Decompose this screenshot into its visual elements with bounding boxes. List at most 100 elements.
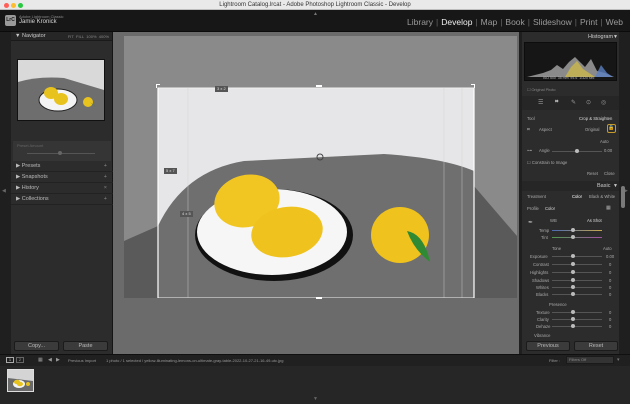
history-section[interactable]: ▶ History × (11, 183, 113, 194)
zoom-400[interactable]: 400% (99, 34, 109, 39)
profile-dropdown[interactable]: Color (545, 206, 555, 211)
healing-brush-icon[interactable]: ✎ (571, 99, 576, 106)
aspect-lock-icon[interactable]: 🔒 (607, 124, 616, 133)
exposure-value[interactable]: 0.00 (606, 254, 614, 259)
dehaze-value[interactable]: 0 (609, 324, 611, 329)
wb-dropdown[interactable]: As Shot (587, 218, 602, 223)
texture-slider[interactable] (552, 312, 602, 313)
filter-lock-icon[interactable]: ▾ (617, 357, 620, 363)
module-develop[interactable]: Develop (441, 17, 472, 27)
whites-slider[interactable] (552, 287, 602, 288)
temp-slider[interactable] (552, 230, 602, 231)
collapse-left-panel-icon[interactable]: ◀ (2, 188, 6, 194)
clarity-value[interactable]: 0 (609, 317, 611, 322)
highlights-slider[interactable] (552, 272, 602, 273)
treatment-bw-button[interactable]: Black & White (589, 194, 615, 199)
crop-handle-top-left[interactable] (156, 84, 160, 88)
tone-auto-button[interactable]: Auto (603, 246, 612, 251)
filter-dropdown[interactable]: Filters Off (566, 356, 614, 364)
straighten-tool-icon[interactable]: ⊶ (527, 148, 532, 154)
treatment-color-button[interactable]: Color (572, 194, 582, 199)
page-2-button[interactable]: 2 (16, 357, 24, 363)
navigator-preview[interactable] (17, 59, 105, 121)
dehaze-slider[interactable] (552, 326, 602, 327)
exposure-slider-knob[interactable] (571, 254, 575, 258)
edit-icon[interactable]: ☰ (538, 99, 543, 106)
module-library[interactable]: Library (407, 17, 433, 27)
angle-slider-knob[interactable] (575, 149, 579, 153)
previous-button[interactable]: Previous (526, 341, 570, 351)
clear-history-icon[interactable]: × (104, 183, 107, 194)
histogram-title[interactable]: Histogram (588, 34, 613, 40)
contrast-slider[interactable] (552, 264, 602, 265)
highlights-slider-knob[interactable] (571, 270, 575, 274)
contrast-slider-knob[interactable] (571, 262, 575, 266)
shadows-slider-knob[interactable] (571, 278, 575, 282)
texture-value[interactable]: 0 (609, 310, 611, 315)
module-map[interactable]: Map (481, 17, 498, 27)
add-snapshot-icon[interactable]: + (104, 172, 107, 183)
collections-section[interactable]: ▶ Collections + (11, 194, 113, 205)
clarity-slider-knob[interactable] (571, 317, 575, 321)
filmstrip-source[interactable]: Previous Import (68, 358, 96, 363)
crop-photo[interactable] (124, 36, 517, 298)
exposure-slider[interactable] (552, 256, 602, 257)
histogram-collapse-icon[interactable]: ▼ (613, 34, 618, 40)
texture-slider-knob[interactable] (571, 310, 575, 314)
angle-value[interactable]: 0.00 (604, 148, 612, 153)
add-collection-icon[interactable]: + (104, 194, 107, 205)
zoom-fill[interactable]: FILL (76, 34, 84, 39)
crop-tool-icon[interactable]: ⌗ (555, 99, 558, 106)
highlights-value[interactable]: 0 (609, 270, 611, 275)
crop-frame-icon[interactable]: ⌗ (527, 127, 530, 133)
page-1-button[interactable]: 1 (6, 357, 14, 363)
aspect-dropdown[interactable]: Original (585, 127, 599, 132)
right-panel-scrollbar[interactable] (621, 186, 625, 208)
blacks-value[interactable]: 0 (609, 292, 611, 297)
crop-close-button[interactable]: Close (604, 171, 615, 176)
blacks-slider-knob[interactable] (571, 292, 575, 296)
module-book[interactable]: Book (505, 17, 524, 27)
copy-button[interactable]: Copy... (14, 341, 59, 351)
shadows-slider[interactable] (552, 280, 602, 281)
forward-icon[interactable]: ▶ (56, 357, 60, 363)
zoom-100[interactable]: 100% (86, 34, 96, 39)
original-photo-checkbox[interactable]: ☐ Original Photo (527, 87, 556, 92)
grid-view-icon[interactable]: ▦ (38, 357, 43, 363)
whites-slider-knob[interactable] (571, 285, 575, 289)
reset-button[interactable]: Reset (574, 341, 618, 351)
basic-collapse-icon[interactable]: ▼ (613, 183, 618, 189)
collapse-filmstrip-icon[interactable]: ▼ (313, 396, 318, 402)
straighten-auto-button[interactable]: Auto (600, 139, 609, 144)
preset-amount-knob[interactable] (58, 151, 62, 155)
clarity-slider[interactable] (552, 319, 602, 320)
back-icon[interactable]: ◀ (48, 357, 52, 363)
add-preset-icon[interactable]: + (104, 161, 107, 172)
collapse-top-panel-icon[interactable]: ▲ (313, 11, 318, 17)
contrast-value[interactable]: 0 (609, 262, 611, 267)
white-balance-dropper-icon[interactable]: ✒ (528, 219, 533, 226)
zoom-fit[interactable]: FIT (68, 34, 74, 39)
presets-section[interactable]: ▶ Presets + (11, 161, 113, 172)
constrain-checkbox[interactable]: ☐ Constrain to Image (527, 160, 567, 165)
red-eye-icon[interactable]: ⊙ (586, 99, 591, 106)
tint-slider[interactable] (552, 237, 602, 238)
module-web[interactable]: Web (606, 17, 623, 27)
profile-browser-icon[interactable]: ▦ (606, 205, 611, 211)
whites-value[interactable]: 0 (609, 285, 611, 290)
masking-icon[interactable]: ◎ (601, 99, 606, 106)
navigator-header[interactable]: ▼ Navigator FIT FILL 100% 400% (11, 32, 112, 41)
filmstrip-thumbnail[interactable] (7, 369, 34, 392)
module-slideshow[interactable]: Slideshow (533, 17, 572, 27)
crop-reset-button[interactable]: Reset (587, 171, 598, 176)
crop-handle-top-right[interactable] (471, 84, 475, 88)
blacks-slider[interactable] (552, 294, 602, 295)
dehaze-slider-knob[interactable] (571, 324, 575, 328)
temp-slider-knob[interactable] (571, 228, 575, 232)
module-print[interactable]: Print (580, 17, 597, 27)
snapshots-section[interactable]: ▶ Snapshots + (11, 172, 113, 183)
crop-handle-top[interactable] (316, 85, 322, 87)
crop-handle-bottom[interactable] (316, 297, 322, 299)
shadows-value[interactable]: 0 (609, 278, 611, 283)
tint-slider-knob[interactable] (571, 235, 575, 239)
